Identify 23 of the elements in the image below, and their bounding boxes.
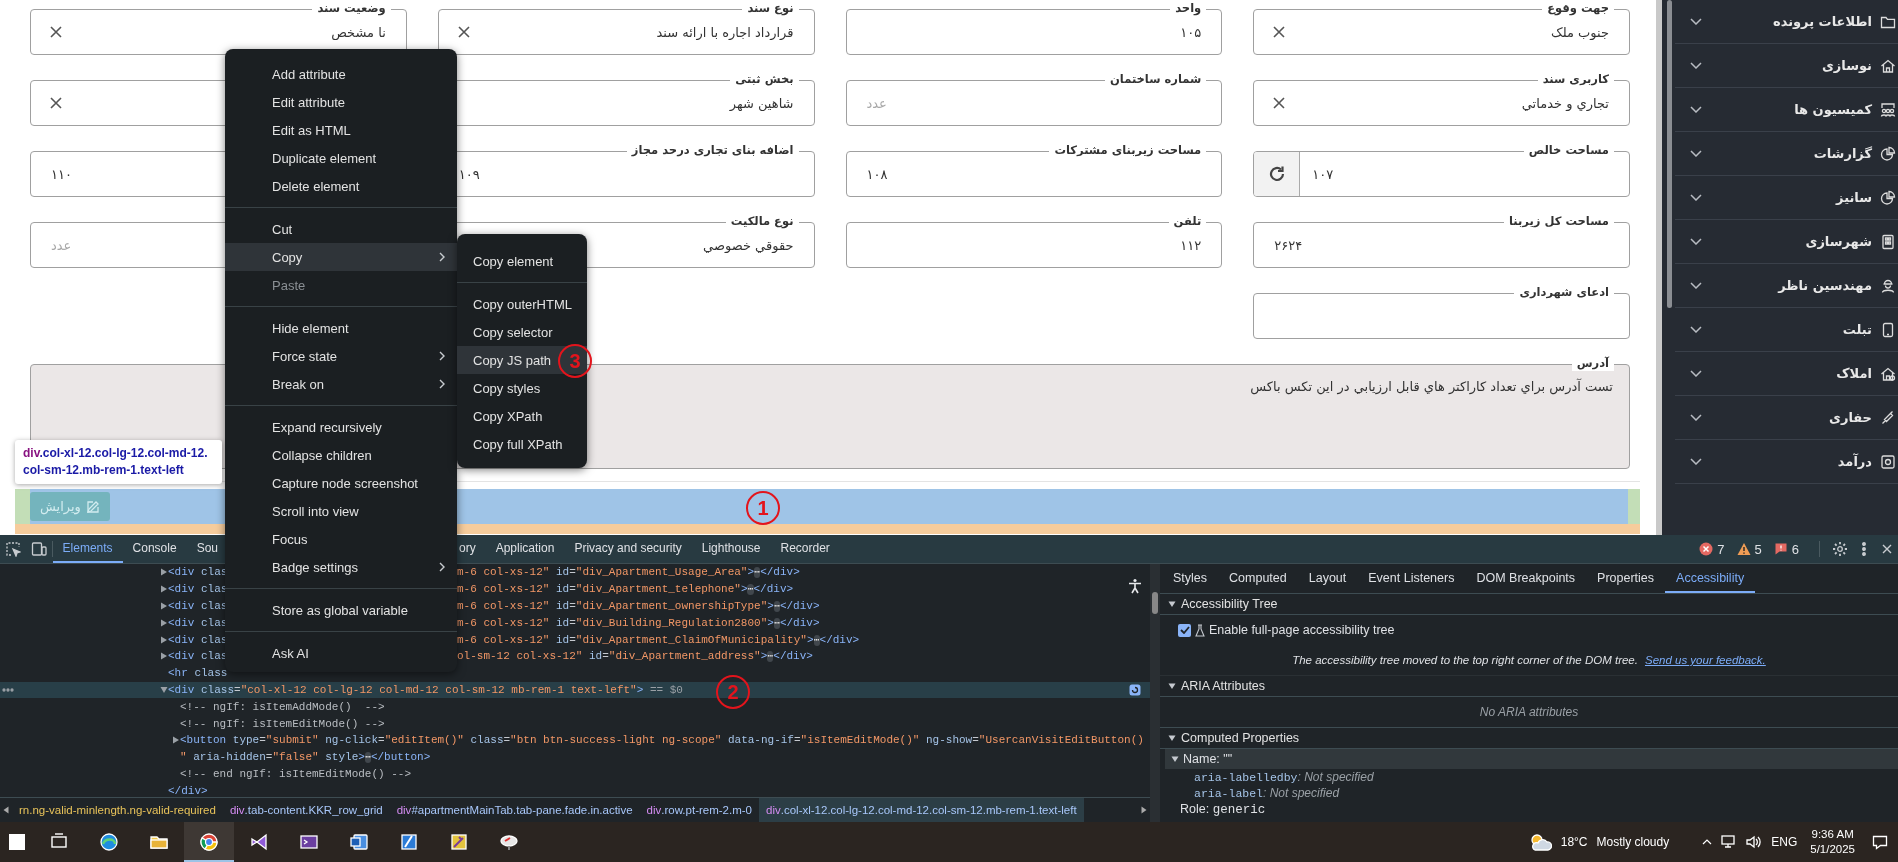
field-label: مساحت زیربنای مشترکات: [1049, 143, 1207, 158]
step-number: 3: [558, 344, 592, 378]
property-name: Name: "": [1183, 752, 1233, 766]
property-line: aria-label: Not specified: [1194, 786, 1340, 800]
role-line: Role: generic: [1180, 801, 1266, 817]
field-label: آدرس: [1571, 356, 1614, 371]
field-label: واحد: [1170, 1, 1207, 16]
field-label: نوع مالکیت: [725, 214, 799, 229]
info-text: The accessibility tree moved to the top right corner of the DOM tree.: [1292, 654, 1638, 666]
field-label: ادعای شهرداری: [1514, 285, 1614, 300]
issue-count: 6: [1791, 541, 1799, 557]
step-number: 2: [716, 675, 750, 709]
field-label: کاربری سند: [1537, 72, 1614, 87]
field-label: اضافه بنای تجاری درحد مجاز: [626, 143, 799, 158]
step-number: 1: [746, 491, 780, 525]
error-count: 7: [1717, 541, 1725, 557]
field-label: تلفن: [1168, 214, 1207, 229]
field-label: مساحت خالص: [1523, 143, 1614, 158]
warning-count: 5: [1754, 541, 1762, 557]
field-label: شماره ساختمان: [1105, 72, 1207, 87]
empty-text: No ARIA attributes: [1160, 697, 1898, 728]
property-line: aria-labelledby: Not specified: [1194, 770, 1374, 784]
field-label: مساحت کل زیربنا: [1504, 214, 1614, 229]
